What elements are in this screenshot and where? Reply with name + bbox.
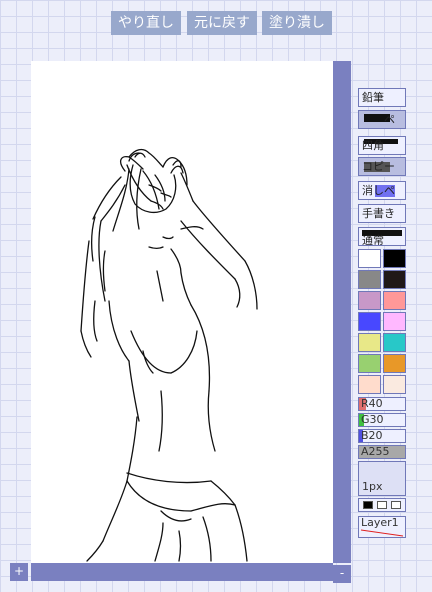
color-swatch[interactable] [383, 249, 406, 268]
color-swatch[interactable] [383, 291, 406, 310]
tool-blend-label: 通常 [362, 234, 384, 246]
tool-freehand-label: 手書き [362, 207, 395, 220]
tool-blend-normal[interactable]: 通常 [358, 227, 406, 246]
vertical-scrollbar[interactable] [333, 61, 351, 563]
color-swatch[interactable] [383, 270, 406, 289]
color-swatch[interactable] [358, 291, 381, 310]
tool-pencil-label: 鉛筆 [362, 91, 384, 104]
color-swatch[interactable] [358, 270, 381, 289]
green-value: G30 [361, 413, 384, 426]
mask-none[interactable] [391, 501, 401, 509]
tool-copy[interactable]: コピー [358, 157, 406, 176]
color-swatch[interactable] [358, 312, 381, 331]
tool-pen[interactable]: ペン [358, 110, 406, 129]
redo-button[interactable]: やり直し [111, 11, 181, 35]
drawing-canvas[interactable] [31, 61, 333, 563]
blue-slider[interactable]: B20 [358, 429, 406, 443]
fill-button[interactable]: 塗り潰し [262, 11, 332, 35]
undo-button[interactable]: 元に戻す [187, 11, 257, 35]
pen-size-value: 1px [362, 480, 383, 493]
tool-eraser-label: 消しペン [362, 184, 395, 197]
pen-size-selector[interactable]: 1px [358, 461, 406, 496]
tool-rectangle-label: 四角 [362, 139, 384, 152]
tool-copy-label: コピー [362, 160, 395, 173]
zoom-out-button[interactable]: - [333, 565, 351, 583]
alpha-value: A255 [361, 445, 390, 458]
color-swatch[interactable] [383, 312, 406, 331]
line-drawing [80, 148, 258, 562]
tool-eraser-pen[interactable]: 消しペン [358, 181, 406, 200]
color-swatch[interactable] [358, 333, 381, 352]
green-slider[interactable]: G30 [358, 413, 406, 427]
blue-value: B20 [361, 429, 383, 442]
layer-line-icon [360, 529, 404, 537]
horizontal-scrollbar[interactable] [31, 563, 333, 581]
color-swatch[interactable] [358, 249, 381, 268]
color-swatch[interactable] [383, 375, 406, 394]
red-slider[interactable]: R40 [358, 397, 406, 411]
color-swatch[interactable] [358, 354, 381, 373]
tool-freehand[interactable]: 手書き [358, 204, 406, 223]
color-swatch[interactable] [383, 354, 406, 373]
mask-white[interactable] [377, 501, 387, 509]
zoom-in-button[interactable]: + [10, 563, 28, 581]
red-value: R40 [361, 397, 383, 410]
mask-selector [358, 498, 406, 512]
alpha-slider[interactable]: A255 [358, 445, 406, 459]
tool-rectangle[interactable]: 四角 [358, 136, 406, 155]
color-swatch[interactable] [383, 333, 406, 352]
color-swatch[interactable] [358, 375, 381, 394]
tool-pen-label: ペン [384, 113, 395, 126]
layer-selector[interactable]: Layer1 [358, 516, 406, 538]
tool-pencil[interactable]: 鉛筆 [358, 88, 406, 107]
mask-black[interactable] [363, 501, 373, 509]
